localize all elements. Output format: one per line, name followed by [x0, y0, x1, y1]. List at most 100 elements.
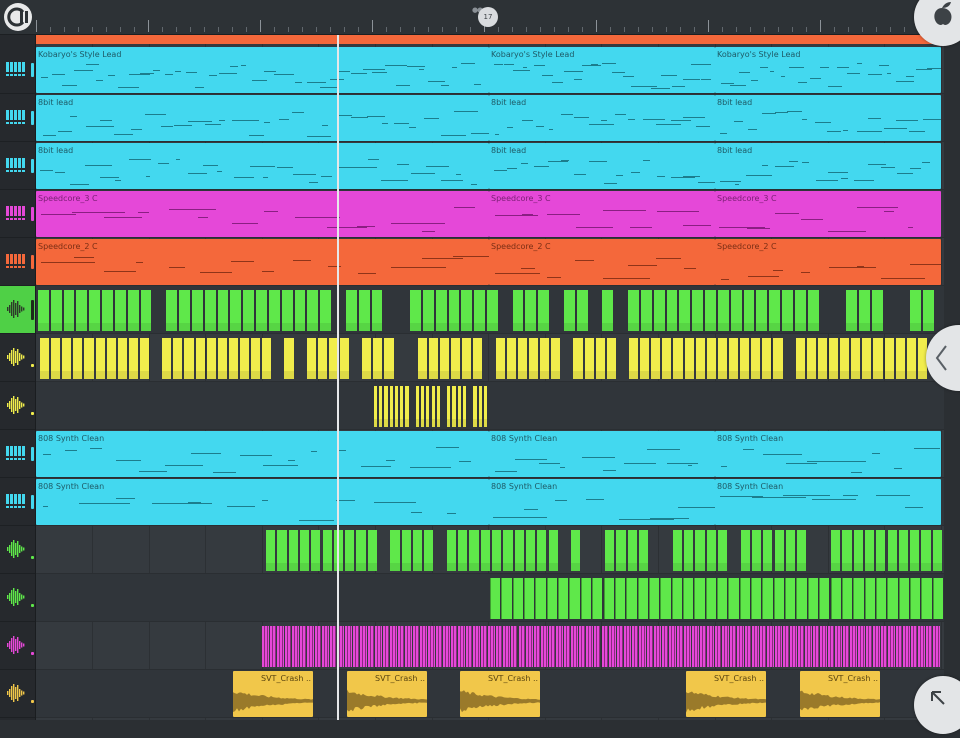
track-mute-led[interactable]	[31, 556, 34, 559]
pattern-clip[interactable]: 808 Synth Clean	[489, 479, 715, 525]
note	[459, 461, 472, 462]
track-header[interactable]	[0, 334, 35, 382]
pattern-clip[interactable]: SVT_Crash ..	[233, 671, 313, 717]
beat-block	[345, 290, 357, 331]
fl-fruit-button[interactable]	[914, 0, 960, 46]
track-header[interactable]	[0, 526, 35, 574]
track-header[interactable]	[0, 382, 35, 430]
pattern-clip[interactable]: Kobaryo's Style Lead	[36, 47, 489, 93]
track-mute-led[interactable]	[31, 604, 34, 607]
pattern-clip[interactable]: Speedcore_3 C	[489, 191, 715, 237]
pattern-clip[interactable]: Speedcore_2 C	[715, 239, 941, 285]
beat-block	[84, 338, 94, 379]
track-mute-led[interactable]	[31, 495, 34, 509]
note	[774, 213, 799, 214]
pattern-clip[interactable]: 808 Synth Clean	[715, 431, 941, 477]
track-header[interactable]	[0, 478, 35, 526]
track-mute-led[interactable]	[31, 700, 34, 703]
track-header[interactable]	[0, 430, 35, 478]
pattern-clip[interactable]: 8bit lead	[489, 143, 715, 189]
pattern-clip[interactable]: SVT_Crash ..	[686, 671, 766, 717]
track-header[interactable]	[0, 94, 35, 142]
pattern-clip[interactable]	[38, 287, 936, 333]
playhead-line[interactable]	[337, 35, 339, 720]
pattern-clip[interactable]	[374, 383, 489, 429]
piano-icon	[6, 446, 25, 460]
playhead-bar-marker[interactable]: 17	[478, 7, 498, 27]
track-header[interactable]	[0, 286, 35, 334]
note	[128, 74, 151, 75]
note	[474, 84, 482, 85]
pattern-clip[interactable]: SVT_Crash ..	[800, 671, 880, 717]
pattern-clip[interactable]: Speedcore_2 C	[489, 239, 715, 285]
note	[384, 65, 407, 66]
track-header[interactable]	[0, 142, 35, 190]
track-mute-led[interactable]	[31, 300, 34, 320]
pattern-clip[interactable]: 8bit lead	[715, 143, 941, 189]
expand-button[interactable]	[914, 676, 960, 734]
pattern-clip[interactable]: 8bit lead	[36, 143, 489, 189]
track-header[interactable]	[0, 238, 35, 286]
pattern-clip[interactable]	[490, 575, 944, 621]
pattern-clip[interactable]: Speedcore_2 C	[36, 239, 489, 285]
pattern-clip[interactable]: 808 Synth Clean	[715, 479, 941, 525]
beat-block	[443, 626, 450, 667]
track-mute-led[interactable]	[31, 412, 34, 415]
beat-block	[51, 338, 61, 379]
pattern-clip[interactable]	[266, 527, 944, 573]
toggle-panel-button[interactable]	[926, 325, 960, 391]
note	[188, 173, 208, 174]
pattern-clip[interactable]: Kobaryo's Style Lead	[715, 47, 941, 93]
track-mute-led[interactable]	[31, 111, 34, 125]
pattern-clip[interactable]: 8bit lead	[489, 95, 715, 141]
track-header[interactable]	[0, 670, 35, 718]
main-menu-button[interactable]	[4, 3, 32, 31]
pattern-clip-top[interactable]	[36, 35, 941, 44]
note	[539, 463, 561, 464]
pattern-clip[interactable]: 808 Synth Clean	[36, 479, 489, 525]
beat-block	[918, 626, 925, 667]
pattern-clip[interactable]: Kobaryo's Style Lead	[489, 47, 715, 93]
track-header[interactable]	[0, 46, 35, 94]
pattern-clip[interactable]: 8bit lead	[715, 95, 941, 141]
pattern-clip[interactable]: 808 Synth Clean	[489, 431, 715, 477]
track-mute-led[interactable]	[31, 652, 34, 655]
ruler-tick	[64, 27, 65, 32]
note	[536, 126, 544, 127]
track-mute-led[interactable]	[31, 447, 34, 461]
track-lane[interactable]	[36, 382, 944, 430]
pattern-clip[interactable]: SVT_Crash ..	[347, 671, 427, 717]
note	[217, 171, 223, 172]
track-header[interactable]	[0, 190, 35, 238]
track-mute-led[interactable]	[31, 63, 34, 77]
pattern-clip[interactable]	[262, 623, 941, 669]
note	[350, 73, 368, 74]
beat-block	[830, 578, 841, 619]
beat-block	[858, 626, 865, 667]
beat-block	[128, 338, 138, 379]
pattern-clip[interactable]: 808 Synth Clean	[36, 431, 489, 477]
note	[453, 111, 479, 112]
track-header[interactable]	[0, 574, 35, 622]
track-mute-led[interactable]	[31, 255, 34, 269]
note	[99, 177, 120, 178]
track-mute-led[interactable]	[31, 364, 34, 367]
note	[174, 71, 182, 72]
beat-block	[556, 626, 563, 667]
track-header[interactable]	[0, 622, 35, 670]
note	[337, 450, 347, 451]
note	[682, 79, 701, 80]
note	[96, 80, 103, 81]
pattern-clip[interactable]	[40, 335, 929, 381]
pattern-clip[interactable]: SVT_Crash ..	[460, 671, 540, 717]
beat-block	[405, 386, 409, 427]
note	[495, 471, 517, 472]
beat-block	[722, 626, 729, 667]
pattern-clip[interactable]: Speedcore_3 C	[715, 191, 941, 237]
playlist-arrangement[interactable]: Kobaryo's Style Lead Kobaryo's Style Lead…	[36, 35, 944, 720]
track-mute-led[interactable]	[31, 207, 34, 221]
pattern-clip[interactable]: 8bit lead	[36, 95, 489, 141]
pattern-clip[interactable]: Speedcore_3 C	[36, 191, 489, 237]
note	[85, 165, 112, 166]
track-mute-led[interactable]	[31, 159, 34, 173]
